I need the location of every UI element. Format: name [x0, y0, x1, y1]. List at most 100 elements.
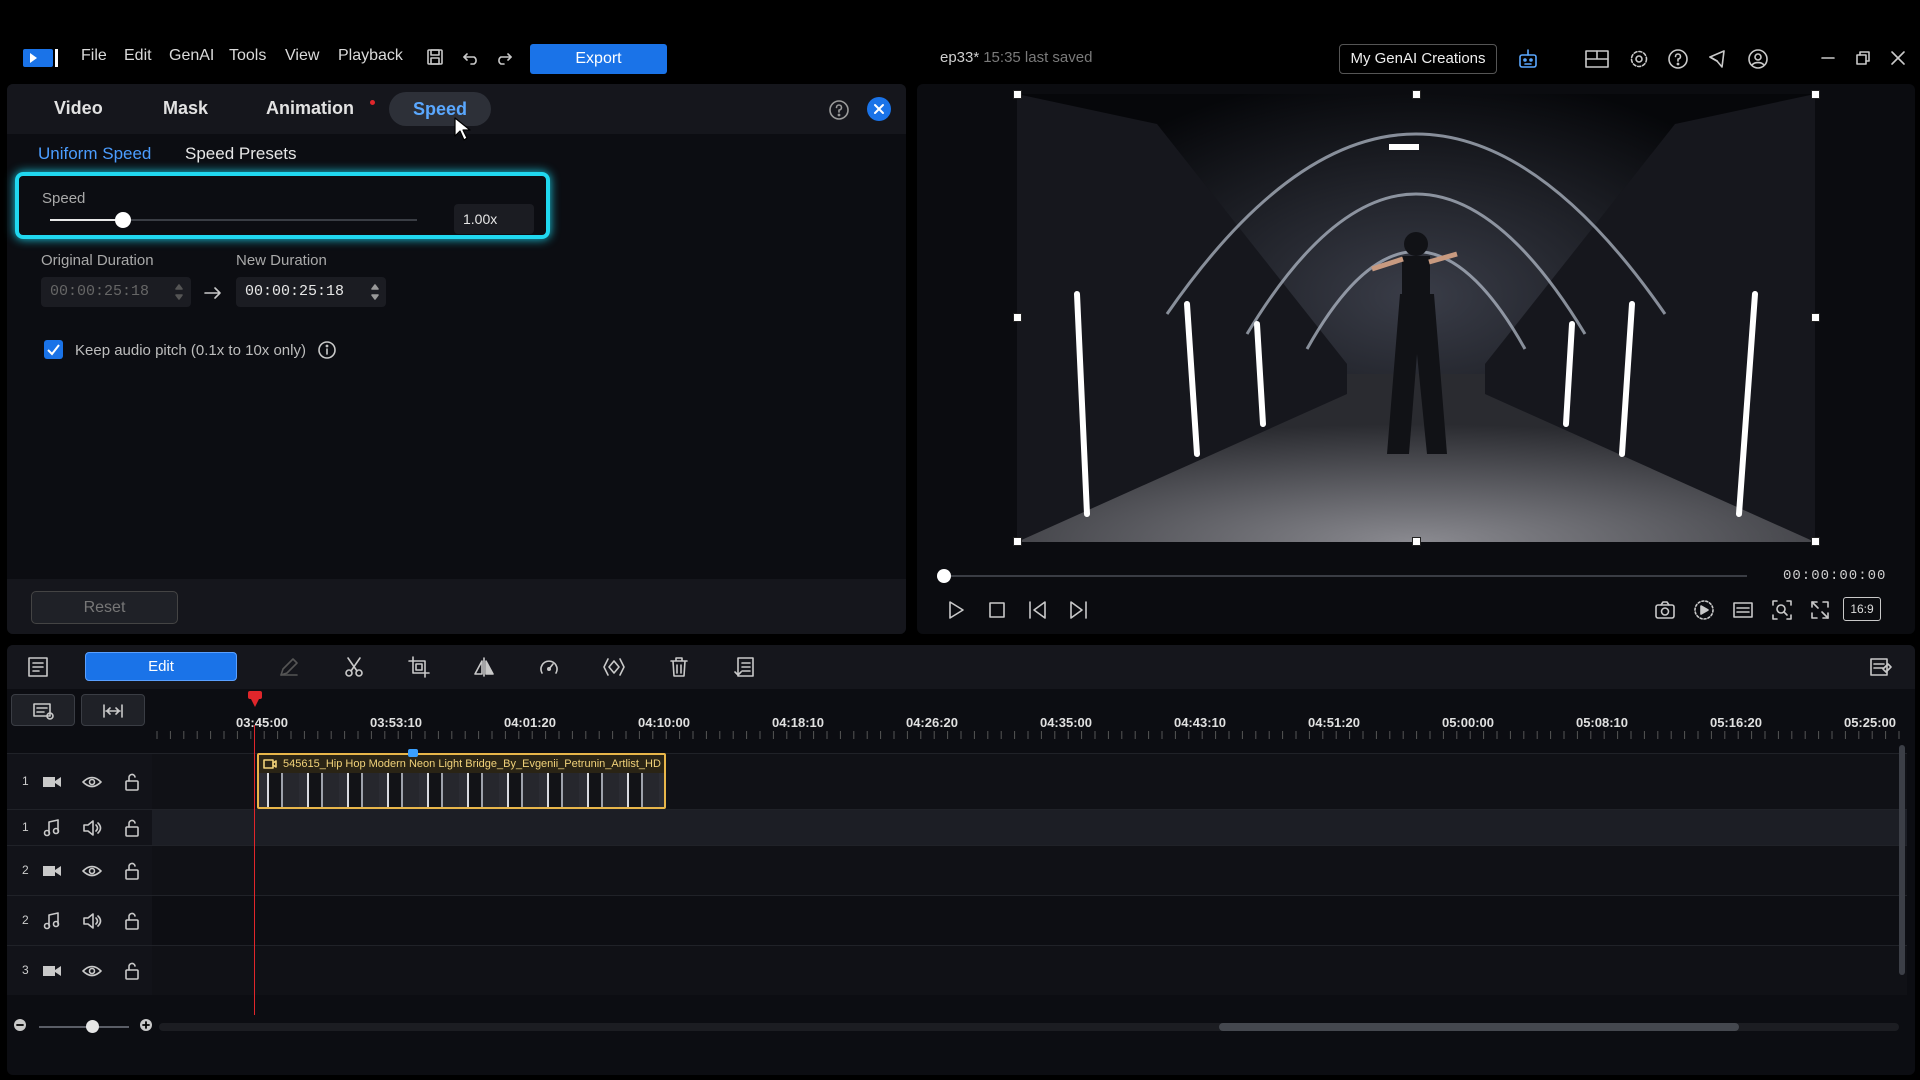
panel-help-icon[interactable] [827, 98, 851, 122]
zoom-slider-handle[interactable] [86, 1020, 99, 1033]
stop-icon[interactable] [983, 596, 1011, 624]
zoom-preview-icon[interactable] [1769, 597, 1795, 623]
ruler-time-label: 04:51:20 [1307, 715, 1361, 730]
new-duration-stepper-icon[interactable] [368, 279, 382, 305]
zoom-in-icon[interactable] [137, 1016, 155, 1034]
timeline-horizontal-scroll-track[interactable] [159, 1023, 1899, 1031]
previous-frame-icon[interactable] [1024, 596, 1052, 624]
playhead-line [254, 725, 255, 1015]
clip-marker [408, 749, 418, 757]
keyframe-icon[interactable] [601, 654, 627, 680]
speed-gauge-icon[interactable] [536, 654, 562, 680]
layout-icon[interactable] [1584, 46, 1610, 72]
subtab-uniform-speed[interactable]: Uniform Speed [38, 144, 151, 164]
close-window-icon[interactable] [1886, 46, 1910, 70]
speed-slider-track[interactable] [50, 212, 417, 228]
panel-close-icon[interactable] [867, 97, 891, 121]
ruler-time-label: 04:18:10 [771, 715, 825, 730]
snapshot-camera-icon[interactable] [1652, 597, 1678, 623]
edit-button[interactable]: Edit [85, 652, 237, 681]
export-button[interactable]: Export [530, 44, 667, 74]
tab-video[interactable]: Video [54, 98, 103, 119]
track-lock-icon[interactable] [122, 818, 142, 838]
crop-icon[interactable] [406, 654, 432, 680]
menu-playback[interactable]: Playback [338, 47, 403, 65]
subtab-speed-presets[interactable]: Speed Presets [185, 144, 297, 164]
menu-view[interactable]: View [285, 47, 319, 65]
track-manager-button[interactable] [11, 694, 75, 726]
settings-gear-icon[interactable] [1626, 46, 1652, 72]
timeline-horizontal-scroll-thumb[interactable] [1219, 1023, 1739, 1031]
feedback-icon[interactable] [1705, 46, 1731, 72]
ruler-time-label: 04:35:00 [1039, 715, 1093, 730]
track-visibility-eye-icon[interactable] [80, 772, 104, 792]
transform-handle-left[interactable] [1013, 313, 1022, 322]
menu-edit[interactable]: Edit [124, 47, 152, 65]
reset-button[interactable]: Reset [31, 591, 178, 624]
speed-value-field[interactable]: 1.00x [454, 204, 534, 234]
flip-icon[interactable] [471, 654, 497, 680]
robot-icon[interactable] [1515, 46, 1541, 72]
more-tools-icon[interactable] [731, 654, 757, 680]
save-icon[interactable] [424, 46, 446, 68]
track-video-icon [40, 861, 64, 881]
scrubber-handle[interactable] [937, 569, 951, 583]
track-number: 2 [22, 913, 29, 927]
my-genai-creations-button[interactable]: My GenAI Creations [1339, 44, 1497, 74]
speed-slider-handle[interactable] [115, 212, 132, 228]
transform-handle-br[interactable] [1811, 537, 1820, 546]
video-clip[interactable]: 545615_Hip Hop Modern Neon Light Bridge_… [257, 753, 666, 809]
timeline-vertical-scrollbar[interactable] [1899, 745, 1905, 975]
clip-video-icon [263, 757, 277, 771]
subtitle-icon[interactable] [1730, 597, 1756, 623]
fit-timeline-button[interactable] [81, 694, 145, 726]
video-preview-frame[interactable] [1017, 94, 1815, 542]
playback-scrubber[interactable] [942, 575, 1747, 577]
delete-trash-icon[interactable] [666, 654, 692, 680]
track-lock-icon[interactable] [122, 772, 142, 792]
speed-control-highlight: Speed 1.00x [15, 172, 550, 239]
playhead-knob[interactable] [248, 691, 262, 699]
menu-tools[interactable]: Tools [229, 47, 266, 65]
help-icon[interactable] [1665, 46, 1691, 72]
menu-file[interactable]: File [81, 47, 107, 65]
track-mute-speaker-icon[interactable] [80, 911, 104, 931]
transform-handle-tl[interactable] [1013, 90, 1022, 99]
timeline-settings-icon[interactable] [1867, 654, 1895, 680]
next-frame-icon[interactable] [1064, 596, 1092, 624]
track-lock-icon[interactable] [122, 861, 142, 881]
transform-handle-bottom[interactable] [1412, 537, 1421, 546]
library-toggle-icon[interactable] [25, 654, 51, 680]
tab-animation[interactable]: Animation [266, 98, 354, 119]
clip-title: 545615_Hip Hop Modern Neon Light Bridge_… [283, 758, 661, 770]
info-icon[interactable] [316, 339, 338, 361]
tab-speed[interactable]: Speed [389, 92, 491, 126]
aspect-ratio-button[interactable]: 16:9 [1843, 597, 1881, 621]
tab-mask[interactable]: Mask [163, 98, 208, 119]
track-lock-icon[interactable] [122, 911, 142, 931]
fit-to-window-icon [102, 701, 124, 721]
transform-handle-bl[interactable] [1013, 537, 1022, 546]
transform-handle-top[interactable] [1412, 90, 1421, 99]
track-number: 2 [22, 863, 29, 877]
track-visibility-eye-icon[interactable] [80, 861, 104, 881]
redo-icon[interactable] [493, 46, 515, 68]
keep-pitch-checkbox[interactable] [44, 340, 63, 359]
menu-genai[interactable]: GenAI [169, 47, 214, 65]
play-icon[interactable] [942, 596, 970, 624]
transform-handle-tr[interactable] [1811, 90, 1820, 99]
scissors-icon[interactable] [341, 654, 367, 680]
restore-icon[interactable] [1851, 46, 1875, 70]
new-duration-field[interactable]: 00:00:25:18 [236, 277, 386, 307]
undo-icon[interactable] [460, 46, 482, 68]
minimize-icon[interactable] [1816, 46, 1840, 70]
track-lock-icon[interactable] [122, 961, 142, 981]
track-visibility-eye-icon[interactable] [80, 961, 104, 981]
zoom-slider-track[interactable] [39, 1026, 129, 1028]
playback-quality-icon[interactable] [1691, 597, 1717, 623]
transform-handle-right[interactable] [1811, 313, 1820, 322]
account-icon[interactable] [1745, 46, 1771, 72]
track-mute-speaker-icon[interactable] [80, 818, 104, 838]
zoom-out-icon[interactable] [11, 1016, 29, 1034]
fullscreen-icon[interactable] [1807, 597, 1833, 623]
